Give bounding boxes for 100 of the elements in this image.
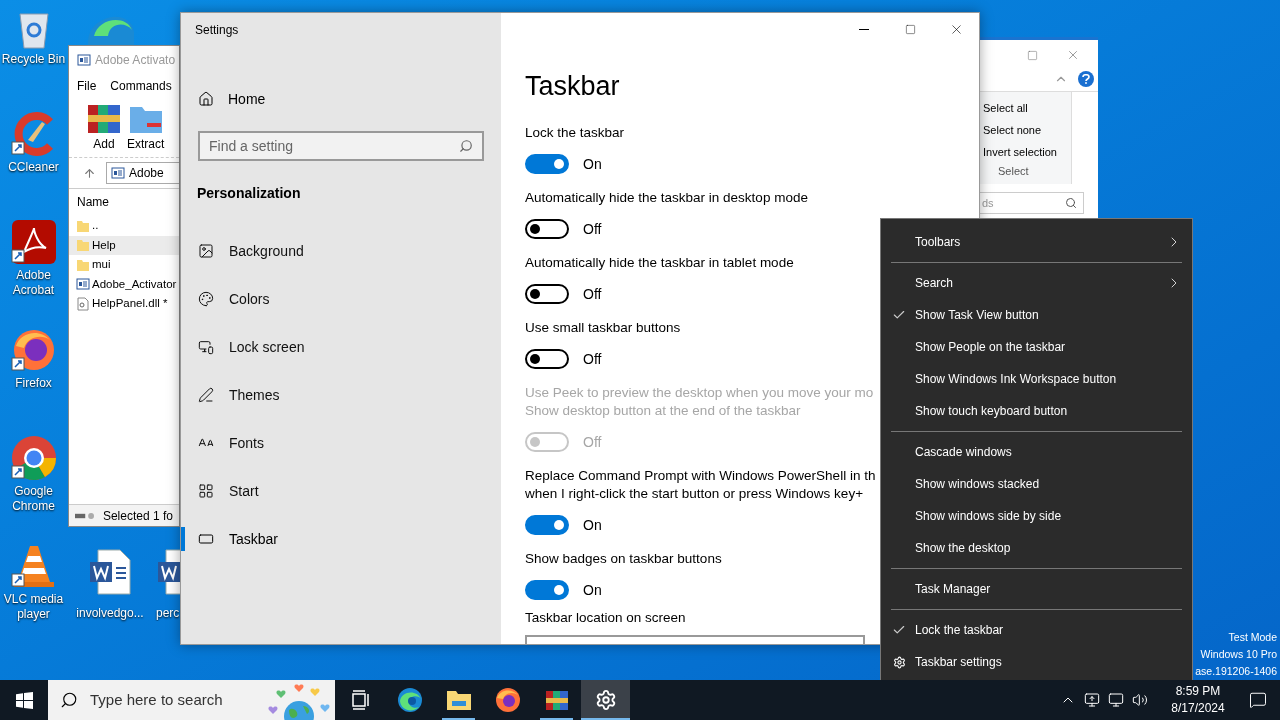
setting-label: Taskbar location on screen — [525, 609, 686, 627]
document-icon — [76, 296, 90, 311]
menu-item[interactable]: Toolbars — [881, 226, 1192, 258]
nav-item[interactable]: Lock screen — [181, 323, 501, 371]
menu-item[interactable]: Show windows stacked — [881, 468, 1192, 500]
application-icon — [111, 166, 125, 180]
chrome-icon — [9, 434, 58, 482]
desktop-shortcut[interactable]: Firefox — [0, 326, 67, 434]
running-indicator — [581, 718, 630, 720]
system-info-text: Test Mode — [1228, 630, 1277, 645]
notifications-icon — [1249, 691, 1267, 709]
home-nav-item[interactable]: Home — [181, 81, 501, 117]
toggle-state-label: Off — [583, 349, 602, 369]
toggle-switch[interactable] — [525, 349, 569, 369]
folder-icon — [76, 218, 90, 233]
desktop-shortcut[interactable]: Google Chrome — [0, 434, 67, 542]
file-row[interactable]: .. — [69, 216, 179, 236]
taskbar-app-button[interactable] — [581, 680, 630, 720]
page-title: Taskbar — [525, 70, 621, 103]
picture-frame-icon — [198, 243, 214, 259]
file-row[interactable]: HelpPanel.dll * — [69, 294, 179, 314]
file-row[interactable]: Adobe_Activator — [69, 274, 179, 294]
menu-item[interactable]: Taskbar settings — [881, 646, 1192, 678]
menu-item[interactable]: Cascade windows — [881, 436, 1192, 468]
menu-item[interactable]: Show People on the taskbar — [881, 331, 1192, 363]
menu-item[interactable]: Lock the taskbar — [881, 614, 1192, 646]
status-text: Selected 1 fo — [102, 507, 173, 525]
ribbon-command[interactable]: Invert selection — [983, 141, 1071, 163]
volume-icon[interactable] — [1132, 692, 1148, 708]
home-icon — [198, 91, 214, 107]
desktop-shortcut[interactable]: Recycle Bin — [0, 6, 67, 110]
nav-item[interactable]: Background — [181, 227, 501, 275]
desktop-file[interactable]: involvedgo... — [78, 548, 142, 621]
setting-label: Show badges on taskbar buttons — [525, 550, 722, 568]
ribbon-command[interactable]: Select all — [983, 97, 1071, 119]
acrobat-icon — [9, 218, 58, 266]
ribbon-group-label: Select — [997, 164, 1030, 179]
folder-icon — [76, 257, 90, 272]
archive-books-icon — [87, 103, 121, 135]
toggle-state-label: On — [583, 154, 602, 174]
maximize-icon — [904, 24, 916, 35]
setting-label: Automatically hide the taskbar in tablet mode — [525, 254, 794, 272]
edge-icon — [396, 687, 423, 713]
menu-item[interactable]: Search — [881, 267, 1192, 299]
menu-item[interactable]: Show touch keyboard button — [881, 395, 1192, 427]
toggle-switch[interactable] — [525, 580, 569, 600]
toggle-switch[interactable] — [525, 219, 569, 239]
menu-item[interactable]: Show the desktop — [881, 532, 1192, 564]
nav-item[interactable]: Fonts — [181, 419, 501, 467]
search-icon — [1065, 197, 1077, 209]
setting-label: Lock the taskbar — [525, 124, 625, 142]
column-header[interactable]: Name — [77, 192, 109, 211]
system-info-text: Windows 10 Pro — [1200, 647, 1277, 662]
menu-item[interactable]: File — [77, 77, 97, 95]
toggle-state-label: Off — [583, 284, 602, 304]
setting-label: when I right-click the start button or press Windows key+ — [525, 485, 863, 503]
help-icon[interactable] — [1078, 70, 1094, 87]
search-field[interactable]: Find a setting — [198, 131, 484, 161]
nav-item[interactable]: Taskbar — [181, 515, 501, 563]
menu-item[interactable]: Commands — [110, 77, 172, 95]
nav-item[interactable]: Colors — [181, 275, 501, 323]
pen-icon — [198, 387, 214, 403]
menu-item[interactable]: Show Task View button — [881, 299, 1192, 331]
check-icon — [892, 308, 906, 322]
clock[interactable]: 8:59 PM 8/17/2024 — [1160, 683, 1236, 717]
running-indicator — [442, 718, 475, 720]
menu-item[interactable]: Show Windows Ink Workspace button — [881, 363, 1192, 395]
menu-item[interactable]: Task Manager — [881, 573, 1192, 605]
nav-item[interactable]: Themes — [181, 371, 501, 419]
archive-books-icon — [544, 688, 569, 712]
device-icon[interactable] — [1084, 692, 1100, 708]
network-icon[interactable] — [1108, 692, 1124, 708]
setting-label: Replace Command Prompt with Windows PowerShell in th — [525, 467, 876, 485]
toggle-switch[interactable] — [525, 154, 569, 174]
setting-label: Use Peek to preview the desktop when you move your mo — [525, 384, 874, 402]
taskbar-icon — [198, 531, 214, 547]
palette-icon — [198, 291, 214, 307]
selection-indicator — [181, 527, 185, 551]
file-row[interactable]: mui — [69, 255, 179, 275]
toggle-switch[interactable] — [525, 284, 569, 304]
toggle-state-label: Off — [583, 219, 602, 239]
nav-item[interactable]: Start — [181, 467, 501, 515]
taskbar-search-field[interactable]: Type here to search — [48, 680, 335, 720]
application-icon — [77, 53, 91, 67]
ribbon-command[interactable]: Select none — [983, 119, 1071, 141]
setting-label: Show desktop button at the end of the taskbar — [525, 402, 801, 420]
settings-icon — [594, 689, 617, 711]
toolbar-button[interactable]: Extract — [127, 103, 165, 153]
running-indicator — [540, 718, 573, 720]
desktop-shortcut[interactable]: Adobe Acrobat — [0, 218, 67, 326]
task-view-icon — [350, 690, 371, 710]
file-row[interactable]: Help — [69, 235, 179, 255]
settings-icon — [893, 655, 906, 669]
close-icon[interactable] — [1066, 48, 1080, 62]
toolbar-button[interactable]: Add — [87, 103, 121, 153]
desktop-shortcut[interactable]: VLC media player — [0, 542, 67, 650]
menu-item[interactable]: Show windows side by side — [881, 500, 1192, 532]
toggle-switch[interactable] — [525, 515, 569, 535]
address-field[interactable]: Adobe — [106, 162, 179, 184]
desktop-shortcut[interactable]: CCleaner — [0, 110, 67, 218]
